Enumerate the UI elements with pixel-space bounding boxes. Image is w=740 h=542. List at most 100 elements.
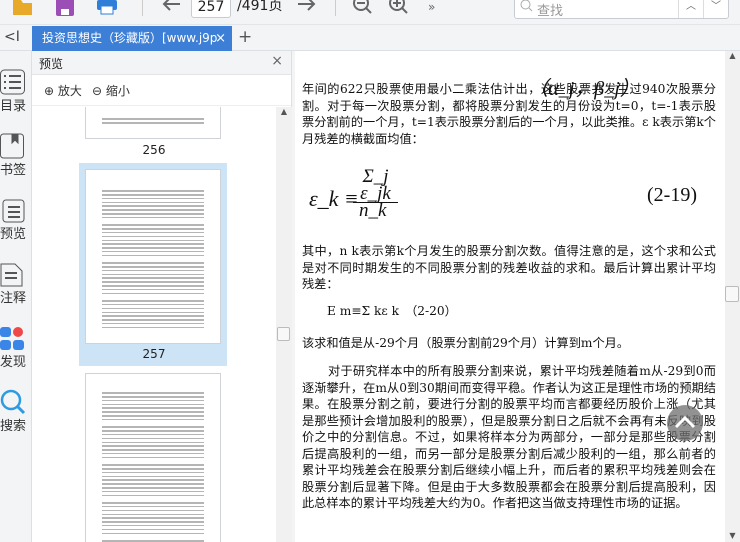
thumbnail-text-line (102, 231, 204, 234)
preview-panel: 预览 × ⊕ 放大 ⊖ 缩小 256 257 ▲ (32, 51, 292, 542)
thumbnail-text-line (102, 277, 204, 279)
thumbnail-text-line (102, 292, 204, 295)
thumbnail-text-line (102, 517, 204, 519)
search-icon (0, 389, 26, 415)
next-page-icon[interactable] (296, 0, 318, 18)
thumb-zoom-in-button[interactable]: ⊕ 放大 (44, 82, 82, 99)
thumbnail-text-line (102, 392, 204, 394)
panel-title: 预览 (39, 57, 64, 71)
thumbnail-text-line (102, 209, 204, 211)
close-tab-icon[interactable]: × (215, 26, 226, 51)
thumbnail-text-line (102, 262, 204, 264)
search-next-button[interactable]: ﹀ (703, 0, 728, 18)
search-input[interactable]: 查找 (537, 0, 563, 19)
thumbnail-text-line (102, 247, 204, 249)
scroll-thumb[interactable] (725, 286, 739, 302)
divider (335, 0, 336, 16)
thumbnail-text-line (102, 502, 204, 504)
thumbnail-text-line (102, 407, 204, 409)
chevron-up-icon (674, 415, 696, 429)
thumbnail-text-line (102, 307, 204, 310)
page-thumbnail[interactable] (85, 373, 221, 542)
previous-page-icon[interactable] (160, 0, 182, 18)
print-icon[interactable] (96, 0, 118, 18)
thumbnail-text-line (102, 269, 204, 272)
thumbnail-text-line (102, 205, 204, 207)
search-prev-button[interactable]: ︿ (678, 0, 703, 18)
thumbnail-text-line (102, 540, 204, 542)
thumbnail-text-line (102, 479, 204, 481)
tab-title: 投资思想史（珍藏版）[www.j9p (42, 31, 218, 45)
scroll-thumb[interactable] (277, 327, 290, 341)
thumbnail-text-line (102, 190, 204, 192)
thumbnail-text-line (102, 471, 204, 474)
thumbnail-text-line (102, 235, 204, 238)
thumbnail-text-line (102, 528, 204, 531)
rail-item-preview[interactable]: 预览 (0, 197, 32, 242)
rail-label: 发现 (0, 355, 27, 370)
thumbnail-text-line (102, 319, 204, 321)
thumbnail-text-line (102, 487, 204, 489)
thumbnail-text-line (102, 456, 204, 459)
more-tools-button[interactable]: » (428, 0, 435, 14)
thumbnail-text-line (102, 224, 204, 226)
thumbnail-text-line (102, 415, 204, 417)
tab-bar: <I 投资思想史（珍藏版）[www.j9p × + (0, 26, 740, 51)
thumbnail-text-line (102, 490, 204, 493)
document-tab[interactable]: 投资思想史（珍藏版）[www.j9p × (32, 26, 232, 51)
rail-item-toc[interactable]: 目录 (0, 69, 32, 114)
thumbnail-text-line (102, 524, 204, 527)
page-number-label: 256 (142, 143, 166, 157)
collapse-sidebar-button[interactable]: <I (4, 29, 20, 45)
thumbnail-text-line (102, 273, 204, 276)
zoom-out-icon[interactable] (352, 0, 374, 18)
page-thumbnail[interactable] (85, 107, 221, 139)
thumbnail-text-line (102, 303, 204, 306)
thumbnail-text-line (102, 315, 204, 317)
rail-item-annotations[interactable]: 注释 (0, 261, 32, 306)
thumbnail-text-line (102, 505, 204, 508)
thumbnail-scrollbar[interactable]: ▲ (276, 107, 292, 542)
thumbnail-text-line (102, 300, 204, 302)
thumbnail-text-line (102, 468, 204, 470)
rail-label: 目录 (0, 99, 27, 114)
thumbnail-list: 256 257 (32, 107, 276, 542)
thumbnail-text-line (102, 399, 204, 402)
page-number-label: 257 (142, 347, 166, 361)
thumbnail-text-line (102, 403, 204, 406)
page-number-input[interactable]: 257 (191, 0, 231, 18)
formula-inline: （α_j，β_j） (528, 78, 640, 100)
open-folder-icon[interactable] (12, 0, 34, 18)
back-to-top-button[interactable] (667, 405, 703, 441)
page-thumbnail-current[interactable] (85, 169, 221, 344)
note-icon (0, 263, 23, 287)
rail-label: 书签 (0, 163, 27, 178)
rail-label: 搜索 (0, 419, 27, 434)
paragraph: 该求和值是从-29个月（股票分割前29个月）计算到m个月。 (302, 336, 630, 350)
close-panel-icon[interactable]: × (271, 53, 283, 69)
thumbnail-text-line (102, 509, 204, 512)
rail-item-search[interactable]: 搜索 (0, 389, 32, 434)
search-box[interactable]: 查找 ︿ ﹀ (514, 0, 729, 19)
equation-numerator: Σ_j ε_jk (353, 167, 398, 203)
thumbnail-text-line (102, 521, 204, 523)
thumb-zoom-out-button[interactable]: ⊖ 缩小 (92, 82, 130, 99)
thumbnail-text-line (102, 430, 204, 432)
document-scrollbar[interactable]: ▲ ▼ (725, 51, 740, 542)
search-icon (520, 0, 533, 12)
rail-item-bookmarks[interactable]: 书签 (0, 133, 32, 178)
zoom-in-label: 放大 (57, 84, 82, 98)
rail-item-discover[interactable]: 发现 (0, 325, 32, 370)
zoom-in-icon[interactable] (388, 0, 410, 18)
page-total: /491页 (237, 0, 283, 14)
new-tab-button[interactable]: + (238, 27, 252, 47)
thumbnail-text-line (102, 288, 204, 291)
thumbnail-text-line (102, 513, 204, 516)
apps-icon (0, 327, 24, 350)
preview-pages-icon (2, 199, 25, 223)
thumbnail-text-line (102, 441, 204, 444)
save-icon[interactable] (54, 0, 76, 18)
thumbnail-text-line (102, 396, 204, 398)
thumbnail-text-line (102, 216, 204, 219)
thumbnail-text-line (102, 213, 204, 215)
